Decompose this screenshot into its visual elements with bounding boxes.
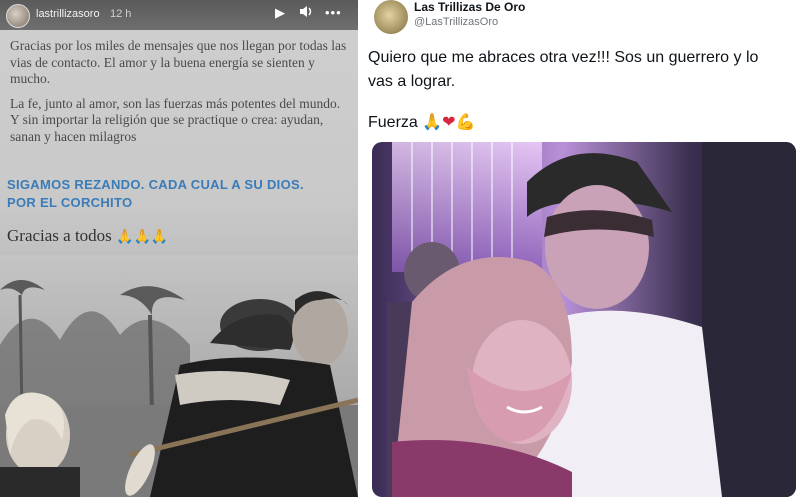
flexed-biceps-icon: 💪 — [455, 114, 476, 131]
tweet-line-1: Quiero que me abraces otra vez!!! Sos un… — [368, 49, 759, 66]
tweet-fuerza-line: Fuerza 🙏❤💪 — [368, 112, 476, 132]
story-header: lastrillizasoro 12 h ▶ ••• — [0, 0, 358, 30]
red-heart-icon: ❤ — [442, 114, 456, 131]
tweet-card: Las Trillizas De Oro @LasTrillizasOro Qu… — [364, 0, 796, 497]
more-icon[interactable]: ••• — [325, 5, 342, 20]
instagram-story: lastrillizasoro 12 h ▶ ••• Gracias por l… — [0, 0, 358, 497]
tweet-photo[interactable] — [372, 142, 796, 497]
tweet-handle[interactable]: @LasTrillizasOro — [414, 16, 498, 28]
tweet-avatar[interactable] — [374, 0, 408, 34]
story-highlight-text: SIGAMOS REZANDO. CADA CUAL A SU DIOS. PO… — [7, 176, 352, 212]
volume-icon[interactable] — [299, 5, 313, 21]
story-photo — [0, 255, 358, 497]
tweet-text: Quiero que me abraces otra vez!!! Sos un… — [368, 46, 796, 94]
story-username[interactable]: lastrillizasoro — [36, 8, 100, 20]
story-thanks-text: Gracias a todos — [7, 226, 112, 245]
story-paragraph-2: La fe, junto al amor, son las fuerzas má… — [10, 95, 341, 144]
tweet-display-name[interactable]: Las Trillizas De Oro — [414, 0, 525, 14]
story-avatar[interactable] — [6, 4, 30, 28]
prayer-hands-icon: 🙏🙏🙏 — [116, 230, 169, 245]
tweet-fuerza-word: Fuerza — [368, 114, 418, 131]
prayer-hands-icon: 🙏 — [422, 114, 443, 131]
story-paragraph-1: Gracias por los miles de mensajes que no… — [10, 38, 347, 86]
play-icon[interactable]: ▶ — [275, 5, 285, 21]
story-thanks: Gracias a todos 🙏🙏🙏 — [7, 226, 168, 246]
story-message: Gracias por los miles de mensajes que no… — [10, 38, 350, 153]
story-highlight-line-2: POR EL CORCHITO — [7, 195, 133, 210]
story-highlight-line-1: SIGAMOS REZANDO. CADA CUAL A SU DIOS. — [7, 177, 304, 192]
story-timestamp: 12 h — [110, 8, 132, 20]
tweet-line-2: vas a lograr. — [368, 73, 456, 90]
